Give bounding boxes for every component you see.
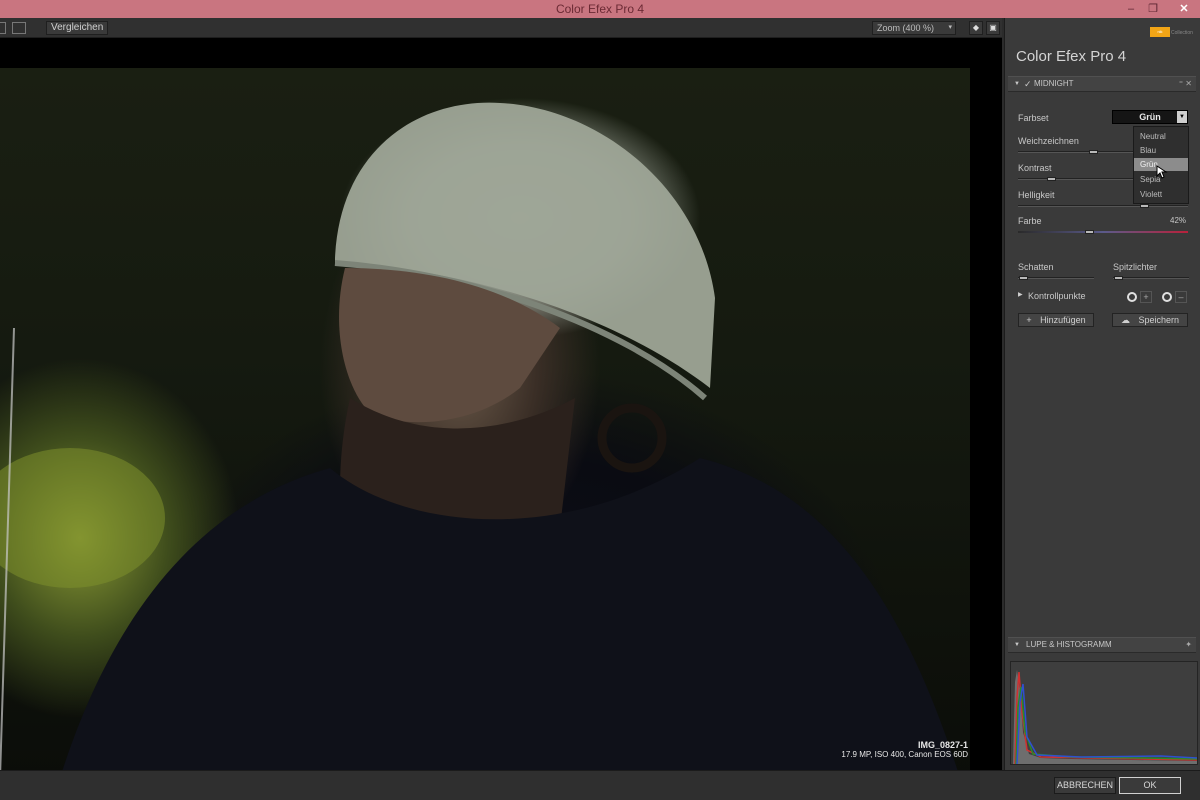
- histogram-graph: [1011, 662, 1198, 765]
- plus-icon[interactable]: +: [1140, 291, 1152, 303]
- kontrast-slider[interactable]: [1018, 178, 1134, 180]
- title-bar: Color Efex Pro 4 – ❐ ✕: [0, 0, 1200, 18]
- farbset-select[interactable]: Grün ▼: [1112, 110, 1188, 124]
- helligkeit-slider-handle[interactable]: [1140, 204, 1149, 208]
- histogram-title: LUPE & HISTOGRAMM: [1026, 640, 1112, 649]
- add-button[interactable]: + Hinzufügen: [1018, 313, 1094, 327]
- image-info: IMG_0827-1 17.9 MP, ISO 400, Canon EOS 6…: [841, 740, 968, 760]
- farbe-slider-handle[interactable]: [1085, 230, 1094, 234]
- mouse-cursor-icon: [1156, 165, 1168, 179]
- schatten-slider-handle[interactable]: [1019, 276, 1028, 280]
- minus-icon[interactable]: –: [1175, 291, 1187, 303]
- control-point-remove-icon[interactable]: [1162, 292, 1172, 302]
- spitzlichter-label: Spitzlichter: [1113, 262, 1158, 272]
- kontrollpunkte-row: ▶ Kontrollpunkte + –: [1010, 290, 1194, 304]
- app-title-text: Color Efex Pro: [1016, 48, 1114, 65]
- farbe-label: Farbe: [1018, 216, 1042, 226]
- background-icon[interactable]: ▣: [986, 21, 1000, 35]
- zoom-label: Zoom (400 %): [877, 23, 935, 33]
- expand-triangle-icon[interactable]: ▶: [1018, 291, 1023, 298]
- farbset-selected: Grün: [1139, 112, 1161, 122]
- cancel-button[interactable]: ABBRECHEN: [1054, 777, 1116, 794]
- split-view-icon[interactable]: [12, 22, 26, 34]
- plus-icon: +: [1026, 315, 1032, 325]
- filter-name: MIDNIGHT: [1034, 79, 1074, 88]
- helligkeit-slider[interactable]: [1018, 205, 1188, 207]
- app-title: Color Efex Pro 4: [1016, 48, 1126, 65]
- filter-header-midnight[interactable]: ▼ ✓ MIDNIGHT ⁼ ✕: [1008, 76, 1196, 92]
- kontrollpunkte-label: Kontrollpunkte: [1028, 291, 1086, 301]
- farbe-value: 42%: [1170, 216, 1187, 225]
- chevron-down-icon: ▼: [1177, 111, 1187, 123]
- zoom-dropdown[interactable]: Zoom (400 %) ▾: [872, 21, 956, 35]
- collapse-triangle-icon[interactable]: ▼: [1014, 77, 1020, 91]
- loupe-icon[interactable]: ◆: [969, 21, 983, 35]
- control-point-add-icon[interactable]: [1127, 292, 1137, 302]
- photo-preview[interactable]: [0, 68, 970, 770]
- filter-enable-check-icon[interactable]: ✓: [1024, 77, 1032, 91]
- filter-menu-icon[interactable]: ⁼ ✕: [1179, 77, 1192, 91]
- histogram-header[interactable]: ▼ LUPE & HISTOGRAMM ✦: [1008, 637, 1196, 653]
- compare-button[interactable]: Vergleichen: [46, 21, 109, 35]
- pin-icon[interactable]: ✦: [1185, 638, 1192, 652]
- farbset-option-violett[interactable]: Violett: [1134, 188, 1188, 201]
- app-version: 4: [1117, 48, 1127, 65]
- kontrast-slider-handle[interactable]: [1047, 177, 1056, 181]
- collapse-triangle-icon[interactable]: ▼: [1014, 638, 1020, 652]
- maximize-button[interactable]: ❐: [1140, 1, 1166, 17]
- close-button[interactable]: ✕: [1168, 1, 1200, 17]
- toolbar: Vergleichen Zoom (400 %) ▾ ◆ ▣: [0, 18, 1002, 38]
- spitzlichter-slider[interactable]: [1113, 277, 1189, 279]
- schatten-label: Schatten: [1018, 262, 1054, 272]
- helligkeit-label: Helligkeit: [1018, 190, 1055, 200]
- weichzeichnen-slider-handle[interactable]: [1089, 150, 1098, 154]
- farbset-dropdown-menu: Neutral Blau Grün Sepia Violett: [1133, 126, 1189, 204]
- farbset-label: Farbset: [1018, 113, 1049, 123]
- spitzlichter-slider-handle[interactable]: [1114, 276, 1123, 280]
- nik-logo: nik: [1150, 27, 1170, 37]
- save-button-label: Speichern: [1138, 315, 1180, 325]
- schatten-slider[interactable]: [1018, 277, 1094, 279]
- image-canvas[interactable]: IMG_0827-1 17.9 MP, ISO 400, Canon EOS 6…: [0, 38, 1002, 770]
- farbset-option-neutral[interactable]: Neutral: [1134, 130, 1188, 143]
- window-title: Color Efex Pro 4: [555, 2, 645, 16]
- farbe-slider[interactable]: [1018, 231, 1188, 233]
- chevron-down-icon: ▾: [948, 24, 952, 31]
- single-view-icon[interactable]: [0, 22, 6, 34]
- kontrast-label: Kontrast: [1018, 163, 1052, 173]
- bottom-bar: ABBRECHEN OK: [0, 770, 1200, 800]
- save-button[interactable]: ☁ Speichern: [1112, 313, 1188, 327]
- weichzeichnen-slider[interactable]: [1018, 151, 1134, 153]
- ok-button[interactable]: OK: [1119, 777, 1181, 794]
- save-icon: ☁: [1120, 315, 1130, 325]
- brand-subtitle: Collection: [1171, 30, 1193, 36]
- farbset-option-blau[interactable]: Blau: [1134, 144, 1188, 157]
- histogram-view: [1010, 661, 1198, 765]
- weichzeichnen-label: Weichzeichnen: [1018, 136, 1079, 146]
- add-button-label: Hinzufügen: [1040, 315, 1086, 325]
- image-filename: IMG_0827-1: [917, 740, 968, 750]
- image-meta: 17.9 MP, ISO 400, Canon EOS 60D: [841, 750, 968, 759]
- photo-illustration: [0, 102, 958, 770]
